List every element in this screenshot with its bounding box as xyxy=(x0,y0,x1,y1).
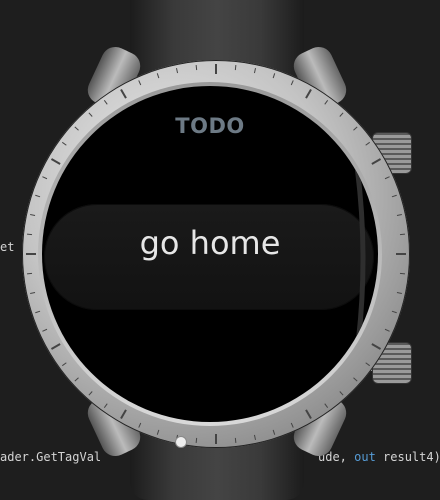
bezel-tick xyxy=(103,403,108,409)
bezel-tick xyxy=(42,176,48,180)
bezel-tick xyxy=(176,68,179,74)
bezel-tick xyxy=(391,310,397,314)
bezel-tick xyxy=(305,409,312,420)
bezel-tick xyxy=(35,194,41,198)
bezel-tick xyxy=(253,68,256,74)
page-indicator-dot xyxy=(175,436,187,448)
bezel-tick xyxy=(195,437,198,444)
bezel-tick xyxy=(138,422,142,428)
page-title: TODO xyxy=(175,114,245,138)
bezel-tick xyxy=(353,377,358,382)
bezel-tick xyxy=(290,80,294,86)
bezel-tick xyxy=(42,328,48,332)
bezel-tick xyxy=(324,99,329,105)
bezel-tick xyxy=(195,64,198,71)
watch-screen[interactable]: TODO go home xyxy=(42,86,378,422)
bezel-tick xyxy=(324,403,329,409)
bezel-tick xyxy=(50,343,61,350)
bezel-tick xyxy=(234,64,237,71)
bezel-tick xyxy=(391,194,397,198)
bezel-tick xyxy=(253,434,256,440)
bezel-tick xyxy=(272,73,276,79)
bezel-tick xyxy=(30,214,36,217)
bezel-tick xyxy=(61,362,67,367)
bezel-tick xyxy=(156,429,160,435)
bezel-tick xyxy=(399,272,406,275)
bezel-tick xyxy=(396,291,402,294)
bezel-tick xyxy=(138,80,142,86)
scrollbar[interactable] xyxy=(355,164,369,354)
bezel-tick xyxy=(35,310,41,314)
bezel-tick xyxy=(156,73,160,79)
code-fragment-bottom-left: ader.GetTagVal xyxy=(0,450,102,464)
list-item-label: go home xyxy=(139,224,281,262)
bezel-tick xyxy=(365,141,371,146)
bezel-tick xyxy=(61,141,67,146)
bezel-tick xyxy=(371,158,382,165)
bezel-tick xyxy=(74,377,79,382)
bezel-tick xyxy=(234,437,237,444)
bezel-tick xyxy=(396,214,402,217)
bezel-tick xyxy=(50,158,61,165)
code-text: result4) xyxy=(375,450,440,464)
bezel-tick xyxy=(384,328,390,332)
bezel-tick xyxy=(371,343,382,350)
bezel-tick xyxy=(399,233,406,236)
code-fragment-bottom-right: ude, out result4) xyxy=(318,450,440,464)
bezel-tick xyxy=(290,422,294,428)
code-keyword: out xyxy=(354,450,376,464)
bezel-tick xyxy=(339,391,344,396)
bezel-tick xyxy=(272,429,276,435)
bezel-tick xyxy=(384,176,390,180)
bezel-tick xyxy=(120,409,127,420)
bezel-tick xyxy=(305,88,312,99)
bezel-tick xyxy=(103,99,108,105)
code-fragment-left: et xyxy=(0,240,15,254)
bezel-tick xyxy=(365,362,371,367)
bezel-tick xyxy=(88,391,93,396)
bezel-tick xyxy=(26,272,33,275)
bezel-tick xyxy=(30,291,36,294)
bezel-tick xyxy=(26,233,33,236)
bezel-tick xyxy=(120,88,127,99)
